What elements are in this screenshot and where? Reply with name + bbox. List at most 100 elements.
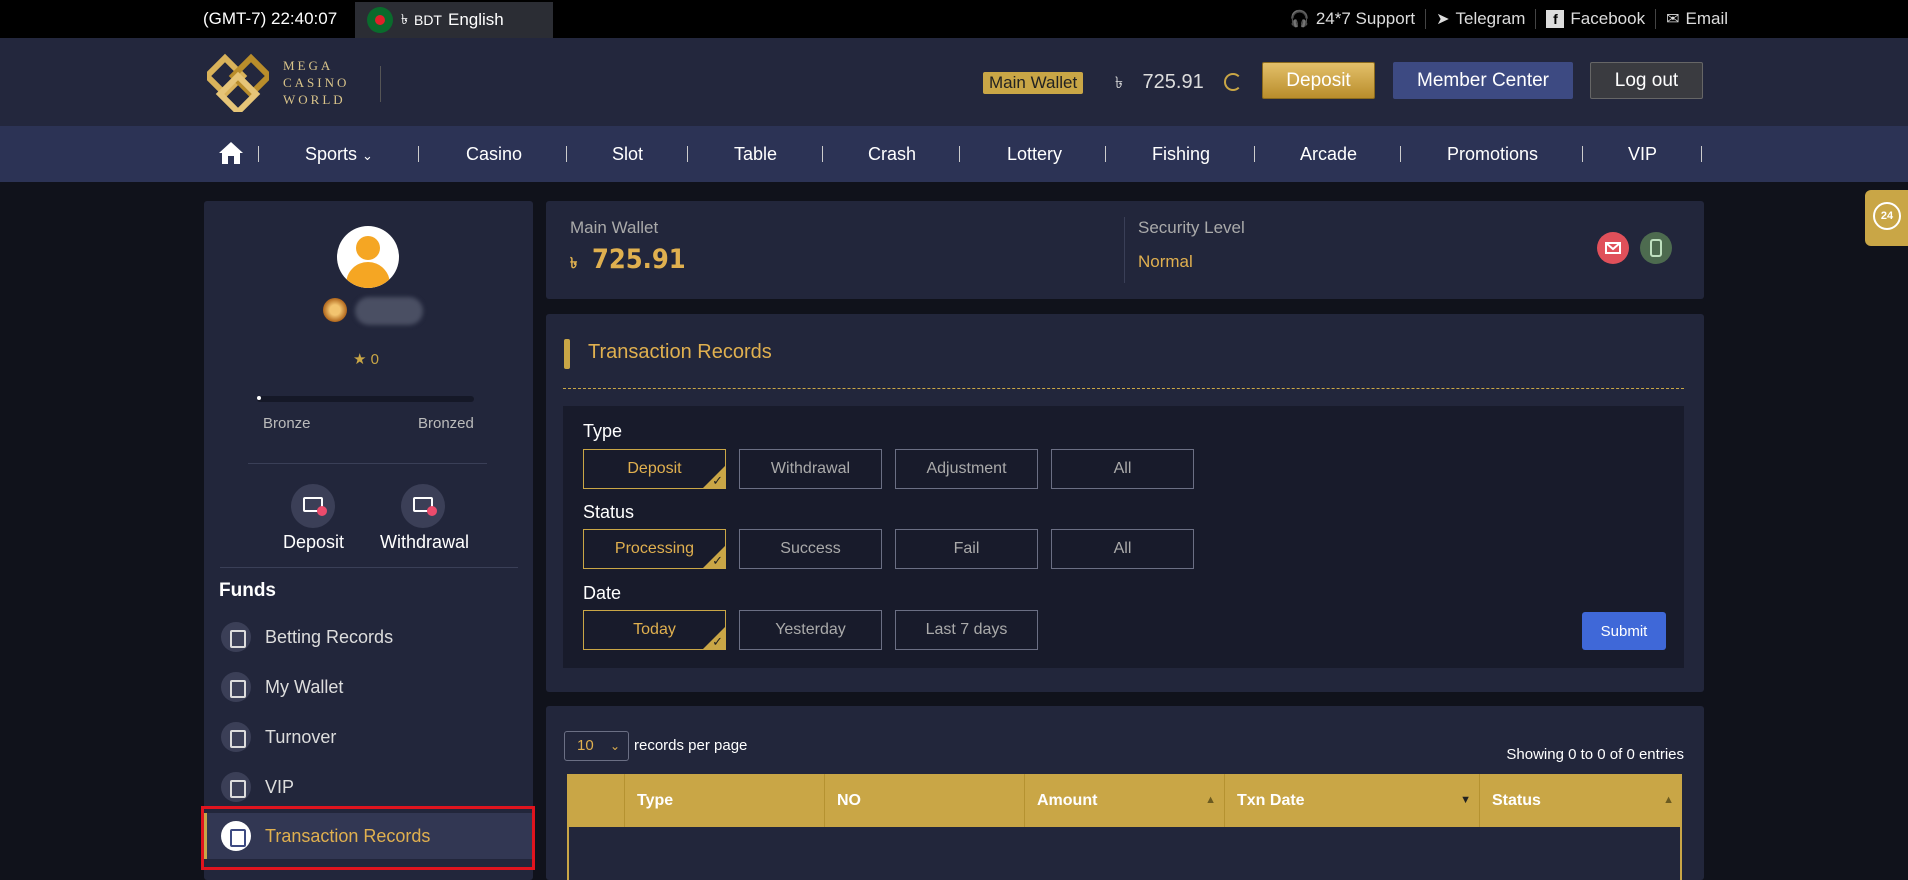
type-deposit[interactable]: Deposit bbox=[583, 449, 726, 489]
vip-icon bbox=[221, 772, 251, 802]
logo-mark-icon bbox=[207, 53, 269, 112]
bangladesh-flag-icon bbox=[367, 7, 393, 33]
type-withdrawal[interactable]: Withdrawal bbox=[739, 449, 882, 489]
col-label: Amount bbox=[1037, 792, 1098, 809]
date-yesterday[interactable]: Yesterday bbox=[739, 610, 882, 650]
nav-item-fishing[interactable]: Fishing bbox=[1152, 126, 1210, 182]
nav-divider bbox=[1400, 146, 1401, 162]
telegram-label: Telegram bbox=[1455, 9, 1526, 28]
logout-button[interactable]: Log out bbox=[1590, 62, 1703, 99]
member-center-button[interactable]: Member Center bbox=[1393, 62, 1573, 99]
turnover-icon bbox=[221, 722, 251, 752]
nav-item-lottery[interactable]: Lottery bbox=[1007, 126, 1062, 182]
col-header-type[interactable]: Type bbox=[624, 774, 824, 827]
email-verify-icon[interactable] bbox=[1597, 232, 1629, 264]
nav-item-slot[interactable]: Slot bbox=[612, 126, 643, 182]
type-all[interactable]: All bbox=[1051, 449, 1194, 489]
status-fail[interactable]: Fail bbox=[895, 529, 1038, 569]
email-link[interactable]: ✉ Email bbox=[1655, 9, 1738, 29]
menu-label: Betting Records bbox=[265, 626, 394, 647]
menu-vip[interactable]: VIP bbox=[204, 764, 533, 810]
refresh-icon[interactable] bbox=[1224, 73, 1242, 91]
main-wallet-label: Main Wallet bbox=[570, 218, 659, 237]
phone-verify-icon[interactable] bbox=[1640, 232, 1672, 264]
table-body bbox=[567, 827, 1682, 880]
support-link[interactable]: 🎧 24*7 Support bbox=[1280, 9, 1425, 29]
date-today[interactable]: Today bbox=[583, 610, 726, 650]
divider bbox=[248, 463, 487, 464]
status-processing[interactable]: Processing bbox=[583, 529, 726, 569]
nav-item-table[interactable]: Table bbox=[734, 126, 777, 182]
col-label: Txn Date bbox=[1237, 792, 1305, 809]
currency-symbol: ৳ bbox=[570, 254, 578, 272]
nav-divider bbox=[1582, 146, 1583, 162]
nav-divider bbox=[1701, 146, 1702, 162]
nav-divider bbox=[822, 146, 823, 162]
level-current: Bronze bbox=[263, 415, 311, 432]
col-header-blank bbox=[567, 774, 624, 827]
sort-icon: ▲ bbox=[1205, 794, 1216, 806]
main-wallet-value: 725.91 bbox=[591, 244, 686, 275]
menu-my-wallet[interactable]: My Wallet bbox=[204, 664, 533, 710]
avatar bbox=[337, 226, 399, 288]
security-level-value: Normal bbox=[1138, 252, 1193, 271]
chevron-down-icon: ⌄ bbox=[609, 739, 620, 753]
top-links: 🎧 24*7 Support ➤ Telegram f Facebook ✉ E… bbox=[1280, 0, 1738, 38]
support-phone-tab[interactable]: 24 bbox=[1865, 190, 1908, 246]
headset-icon: 🎧 bbox=[1289, 11, 1310, 28]
nav-item-arcade[interactable]: Arcade bbox=[1300, 126, 1357, 182]
submit-button[interactable]: Submit bbox=[1582, 612, 1666, 650]
quick-withdrawal-label[interactable]: Withdrawal bbox=[380, 532, 469, 553]
col-header-txn-date[interactable]: Txn Date ▼ bbox=[1224, 774, 1479, 827]
level-progress-bar bbox=[257, 396, 474, 402]
nav-item-sports[interactable]: Sports ⌄ bbox=[305, 126, 373, 182]
nav-label: Sports bbox=[305, 144, 358, 164]
nav-item-vip[interactable]: VIP bbox=[1628, 126, 1657, 182]
currency-symbol: ৳ bbox=[1115, 75, 1123, 92]
transaction-title: Transaction Records bbox=[588, 341, 772, 363]
phone-24-icon: 24 bbox=[1873, 202, 1901, 230]
deposit-card-icon[interactable] bbox=[291, 484, 335, 528]
menu-betting-records[interactable]: Betting Records bbox=[204, 614, 533, 660]
status-all[interactable]: All bbox=[1051, 529, 1194, 569]
quick-deposit-label[interactable]: Deposit bbox=[283, 532, 344, 553]
type-adjustment[interactable]: Adjustment bbox=[895, 449, 1038, 489]
dashed-divider bbox=[563, 388, 1684, 389]
per-page-value: 10 bbox=[577, 737, 594, 754]
logo-text: MEGA CASINO WORLD bbox=[283, 57, 349, 108]
highlight-box bbox=[201, 806, 535, 870]
withdrawal-card-icon[interactable] bbox=[401, 484, 445, 528]
col-header-amount[interactable]: Amount ▲ bbox=[1024, 774, 1224, 827]
email-label: Email bbox=[1685, 9, 1728, 28]
menu-turnover[interactable]: Turnover bbox=[204, 714, 533, 760]
title-accent-bar bbox=[564, 339, 570, 369]
home-icon[interactable] bbox=[218, 140, 244, 166]
nav-item-crash[interactable]: Crash bbox=[868, 126, 916, 182]
main-nav: Sports ⌄ Casino Slot Table Crash Lottery… bbox=[0, 126, 1908, 182]
telegram-icon: ➤ bbox=[1436, 11, 1450, 28]
star-count: ★ 0 bbox=[353, 351, 379, 368]
header-balance: ৳ 725.91 bbox=[1115, 70, 1204, 97]
nav-item-promotions[interactable]: Promotions bbox=[1447, 126, 1538, 182]
per-page-select[interactable]: 10 ⌄ bbox=[564, 731, 629, 761]
menu-label: VIP bbox=[265, 776, 295, 797]
top-bar: (GMT-7) 22:40:07 ৳ BDT English 🎧 24*7 Su… bbox=[0, 0, 1908, 38]
nav-item-casino[interactable]: Casino bbox=[466, 126, 522, 182]
status-success[interactable]: Success bbox=[739, 529, 882, 569]
clock: (GMT-7) 22:40:07 bbox=[203, 9, 338, 28]
language-selector[interactable]: ৳ BDT English bbox=[355, 2, 553, 38]
currency-code: BDT bbox=[413, 12, 442, 28]
currency-symbol: ৳ bbox=[401, 11, 408, 27]
type-label: Type bbox=[583, 421, 623, 441]
logo-line-1: MEGA bbox=[283, 57, 334, 73]
deposit-button[interactable]: Deposit bbox=[1262, 62, 1375, 99]
logo[interactable]: MEGA CASINO WORLD bbox=[207, 52, 349, 112]
telegram-link[interactable]: ➤ Telegram bbox=[1425, 9, 1535, 29]
date-last-7-days[interactable]: Last 7 days bbox=[895, 610, 1038, 650]
facebook-label: Facebook bbox=[1570, 9, 1646, 28]
chevron-down-icon: ⌄ bbox=[362, 148, 373, 163]
col-header-status[interactable]: Status ▲ bbox=[1479, 774, 1682, 827]
col-header-no[interactable]: NO bbox=[824, 774, 1024, 827]
status-label: Status bbox=[583, 502, 635, 522]
facebook-link[interactable]: f Facebook bbox=[1535, 9, 1655, 29]
